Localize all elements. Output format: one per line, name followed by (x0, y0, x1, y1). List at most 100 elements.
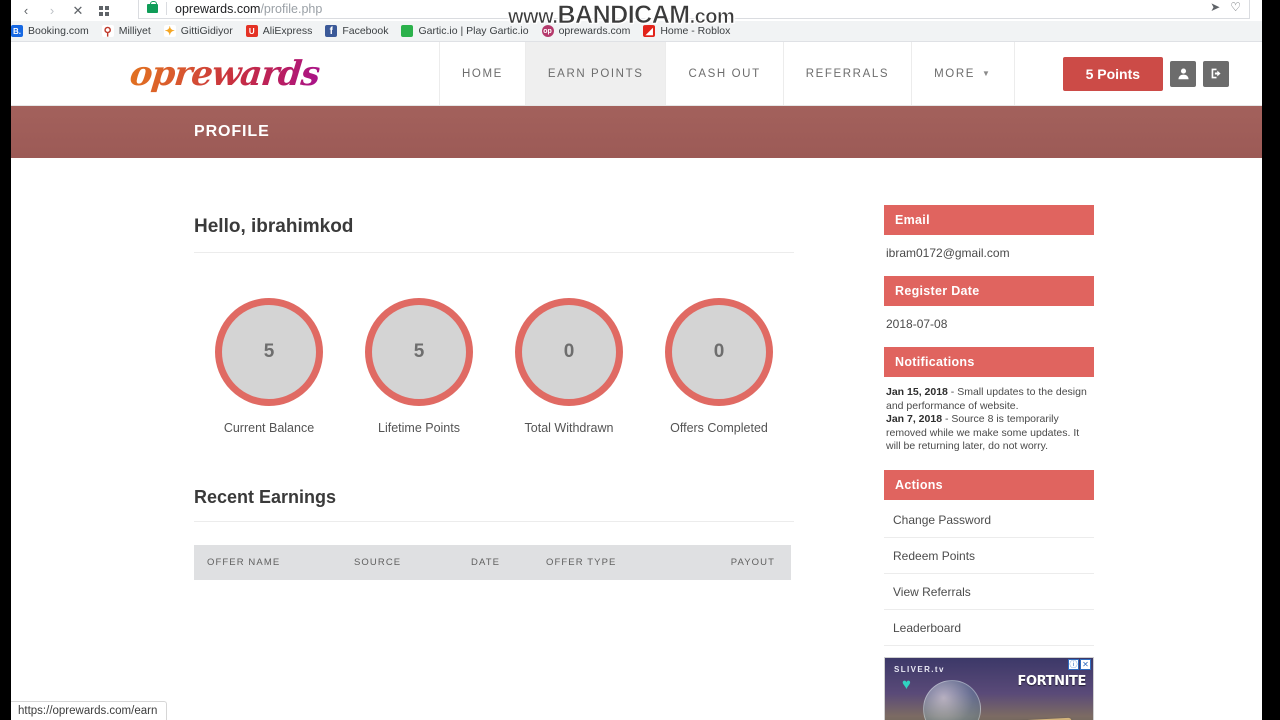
bookmark-label: Booking.com (28, 25, 89, 37)
back-icon[interactable]: ‹ (13, 1, 39, 21)
actions-panel-heading: Actions (884, 469, 1094, 500)
column-header-source: SOURCE (354, 557, 402, 568)
main-column: Hello, ibrahimkod 5 Current Balance 5 Li… (194, 216, 794, 580)
stat-value: 0 (713, 341, 725, 362)
register-date-value: 2018-07-08 (886, 317, 948, 331)
notifications-panel-body: Jan 15, 2018 - Small updates to the desi… (884, 377, 1094, 454)
stat-circle: 5 (215, 298, 323, 406)
nav-item-referrals[interactable]: REFERRALS (784, 42, 913, 105)
stop-icon[interactable]: ✕ (65, 1, 91, 21)
stat-value: 5 (263, 341, 275, 362)
stat-value: 0 (563, 341, 575, 362)
chevron-down-icon: ▼ (982, 69, 992, 78)
url-divider (166, 2, 167, 15)
sidebar: Email ibram0172@gmail.com Register Date … (884, 205, 1094, 720)
screen: ‹ › ✕ oprewards.com/profile.php ➤ ♡ B. B… (0, 0, 1280, 720)
forward-icon[interactable]: › (39, 1, 65, 21)
bookmark-label: Milliyet (118, 25, 151, 37)
bookmark-label: Facebook (342, 25, 389, 37)
watermark-suffix: .com (689, 6, 735, 29)
register-date-panel-heading: Register Date (884, 276, 1094, 306)
header-actions: 5 Points (1015, 42, 1262, 105)
ad-info-icon[interactable]: ⓘ (1068, 658, 1079, 670)
nav-item-cash-out[interactable]: CASH OUT (666, 42, 784, 105)
stat-label: Current Balance (223, 421, 315, 435)
logout-button[interactable] (1203, 60, 1230, 87)
email-panel-body: ibram0172@gmail.com (884, 235, 1094, 260)
bookmark-item[interactable]: ✦ GittiGidiyor (163, 24, 233, 38)
bookmark-label: AliExpress (262, 25, 313, 37)
stat-total-withdrawn: 0 Total Withdrawn (494, 298, 644, 435)
bookmark-favicon: ✦ (163, 24, 176, 38)
url-domain: oprewards.com (175, 2, 261, 16)
ad-title: FORTNITE (1017, 673, 1087, 689)
action-redeem-points[interactable]: Redeem Points (884, 538, 1094, 574)
lock-icon (147, 1, 158, 13)
favorite-heart-icon[interactable]: ♡ (1230, 0, 1241, 14)
bookmark-item[interactable]: f Facebook (325, 25, 388, 37)
bookmark-item[interactable]: U AliExpress (245, 25, 313, 37)
ad-banner[interactable]: SLIVER.tv ♥ FORTNITE ⓘ ✕ (884, 656, 1094, 720)
stat-current-balance: 5 Current Balance (194, 298, 344, 435)
stats-row: 5 Current Balance 5 Lifetime Points 0 To… (194, 298, 794, 435)
nav-item-more[interactable]: MORE ▼ (912, 42, 1015, 105)
profile-banner: PROFILE (11, 106, 1262, 158)
bandicam-watermark: www.BANDICAM.com (508, 1, 735, 30)
nav-item-home[interactable]: HOME (440, 42, 526, 105)
stat-circle: 0 (665, 298, 773, 406)
share-icon[interactable]: ➤ (1210, 0, 1220, 14)
bookmark-item[interactable]: ⚲ Milliyet (101, 25, 151, 38)
nav-label: EARN POINTS (547, 67, 644, 80)
column-header-offer-name: OFFER NAME (207, 557, 281, 568)
action-view-referrals[interactable]: View Referrals (884, 574, 1094, 610)
stat-label: Lifetime Points (378, 421, 460, 435)
actions-list: Change Password Redeem Points View Refer… (884, 502, 1094, 646)
watermark-main: BANDICAM (557, 1, 690, 30)
ad-heart-icon: ♥ (902, 675, 911, 693)
site-logo[interactable]: oprewards (11, 42, 440, 105)
action-leaderboard[interactable]: Leaderboard (884, 610, 1094, 646)
nav-label: MORE (934, 67, 976, 80)
bookmark-favicon: ⚲ (101, 25, 114, 38)
greeting-heading: Hello, ibrahimkod (194, 216, 794, 253)
apps-grid-icon[interactable] (91, 1, 117, 21)
nav-label: REFERRALS (805, 67, 890, 80)
page-title: PROFILE (194, 123, 270, 140)
nav-item-earn-points[interactable]: EARN POINTS (525, 42, 667, 105)
stat-circle: 5 (365, 298, 473, 406)
column-header-payout: PAYOUT (730, 557, 775, 568)
bookmark-item[interactable]: B. Booking.com (11, 25, 89, 37)
notification-date: Jan 15, 2018 (886, 386, 948, 398)
url-text: oprewards.com/profile.php (175, 2, 322, 16)
email-panel-heading: Email (884, 205, 1094, 235)
bookmark-favicon: f (325, 25, 338, 37)
bookmark-favicon (401, 25, 414, 37)
status-bar: https://oprewards.com/earn (11, 701, 168, 720)
profile-button[interactable] (1170, 60, 1197, 87)
nav-label: HOME (462, 67, 503, 80)
register-date-panel-body: 2018-07-08 (884, 306, 1094, 331)
points-button[interactable]: 5 Points (1062, 56, 1164, 91)
notification-date: Jan 7, 2018 (886, 413, 943, 425)
ad-controls: ⓘ ✕ (1068, 658, 1091, 670)
email-value: ibram0172@gmail.com (886, 246, 1010, 260)
site-header: oprewards HOME EARN POINTS CASH OUT REFE… (11, 42, 1262, 106)
notification-item: Jan 7, 2018 - Source 8 is temporarily re… (886, 413, 1092, 454)
notification-item: Jan 15, 2018 - Small updates to the desi… (886, 386, 1092, 413)
stat-circle: 0 (515, 298, 623, 406)
bookmark-favicon: B. (11, 25, 23, 37)
stat-lifetime-points: 5 Lifetime Points (344, 298, 494, 435)
column-header-date: DATE (471, 557, 501, 568)
stat-label: Total Withdrawn (524, 421, 614, 435)
letterbox-left (0, 0, 11, 720)
omnibox-actions: ➤ ♡ (1210, 0, 1241, 16)
url-path: /profile.php (260, 2, 323, 16)
logo-text: oprewards (128, 53, 322, 94)
watermark-prefix: www. (508, 6, 559, 29)
stat-label: Offers Completed (670, 421, 768, 435)
ad-close-icon[interactable]: ✕ (1080, 658, 1091, 670)
action-change-password[interactable]: Change Password (884, 502, 1094, 538)
letterbox-right (1262, 0, 1280, 720)
